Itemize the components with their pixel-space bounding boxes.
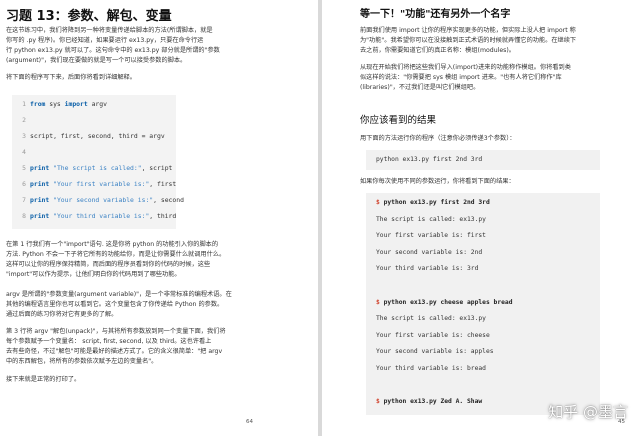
code-line: 4 <box>12 146 176 158</box>
output-line: Your third variable is: 3rd <box>376 265 479 273</box>
paragraph-line: 这样可以让你的程序保持精简，而后面的程序员看到你的代码的时候，这些 <box>6 261 211 268</box>
paragraph-line: 行 python ex13.py 就可以了。这句命令中的 ex13.py 部分就… <box>6 47 220 54</box>
output-line: Your first variable is: cheese <box>376 331 490 339</box>
import-explanation-paragraph: 在第 1 行我们有一个"import"语句. 这是你将 python 的功能引入… <box>6 240 312 280</box>
prompt-symbol: $ <box>376 298 384 306</box>
output-line: Your first variable is: first <box>376 232 486 240</box>
print-note-paragraph: 接下来就是正常的打印了。 <box>6 376 81 383</box>
paragraph-line: 方法. Python 不会一下子将它所有的功能给你，而是让你需要什么就调用什么。 <box>6 251 226 258</box>
page-title: 习题 13：参数、解包、变量 <box>6 9 172 24</box>
intro-paragraph: 在这节练习中，我们将降到另一种将变量传递给脚本的方法(所谓脚本，就是 你写的 .p… <box>6 26 312 66</box>
paragraph-line: 中的东西解包，将所有的参数依次赋予左边的变量名"。 <box>6 358 158 365</box>
modules-naming-paragraph: 从现在开始我们将把这些我们导入(import)进来的功能称作模组。你将看到类 似这… <box>360 63 636 93</box>
code-text: from sys import argv <box>30 100 107 108</box>
paragraph-line: 从现在开始我们将把这些我们导入(import)进来的功能称作模组。你将看到类 <box>360 64 571 71</box>
output-line: The script is called: ex13.py <box>376 315 486 323</box>
output-line: Your third variable is: bread <box>376 365 486 372</box>
code-line: 2 <box>12 114 176 126</box>
code-block: 1 from sys import argv 2 3 script, first, se… <box>12 95 184 229</box>
output-intro-text: 如果你每次使用不同的参数运行，你将看到下面的结果： <box>360 178 515 185</box>
page-number: 64 <box>246 419 253 425</box>
line-number: 8 <box>22 212 26 220</box>
argv-explanation-paragraph: argv 是所谓的"参数变量(argument variable)"，是一个非常… <box>6 290 312 320</box>
paragraph-line: 前面我们使用 import 让你的程序实现更多的功能，但实际上没人把 impor… <box>360 27 576 34</box>
output-command-line: $ python ex13.py Zed A. Shaw <box>376 398 483 406</box>
paragraph-line: 在这节练习中，我们将降到另一种将变量传递给脚本的方法(所谓脚本，就是 <box>6 27 213 34</box>
line-number: 7 <box>22 196 26 204</box>
line-number: 3 <box>22 132 26 140</box>
code-text: print "Your third variable is:", third <box>30 212 177 220</box>
paragraph-line: 每个参数赋予一个变量名： script, first, second, 以及 t… <box>6 338 212 345</box>
paragraph-line: 你写的 .py 程序)。你已经知道，如果要运行 ex13.py，只要在命令行运 <box>6 37 204 44</box>
output-command-line: $ python ex13.py first 2nd 3rd <box>376 199 490 206</box>
lead-in-text: 将下面的程序写下来，后面你将看到详细解释。 <box>6 74 136 81</box>
code-line: 1 from sys import argv <box>12 98 176 110</box>
code-text: print "The script is called:", script <box>30 164 173 172</box>
section-heading-modules: 等一下！"功能"还有另外一个名字 <box>360 9 511 20</box>
code-line: 6 print "Your first variable is:", first <box>12 178 176 190</box>
right-page: 等一下！"功能"还有另外一个名字 前面我们使用 import 让你的程序实现更多… <box>322 0 640 436</box>
line-number: 2 <box>22 116 26 124</box>
code-text: script, first, second, third = argv <box>30 132 165 140</box>
paragraph-line: 通过后面的练习你将对它有更多的了解。 <box>6 311 118 318</box>
left-page: 习题 13：参数、解包、变量 在这节练习中，我们将降到另一种将变量传递给脚本的方… <box>0 0 318 436</box>
unpack-explanation-paragraph: 第 3 行将 argv "解包(unpack)"，与其将所有参数放到同一个变量下… <box>6 327 312 367</box>
paragraph-line: (argument)"，我们现在要做的就是写一个可以接受参数的脚本。 <box>6 57 187 64</box>
paragraph-line: 其他的编程语言里你也可以看到它。这个变量包含了你传递给 Python 的参数。 <box>6 301 224 308</box>
line-number: 1 <box>22 100 26 108</box>
paragraph-line: 第 3 行将 argv "解包(unpack)"，与其将所有参数放到同一个变量下… <box>6 328 226 335</box>
code-line: 3 script, first, second, third = argv <box>12 130 176 142</box>
run-instructions-text: 用下面的方法运行你的程序（注意你必须传递3个参数）： <box>360 135 516 142</box>
paragraph-line: 在第 1 行我们有一个"import"语句. 这是你将 python 的功能引入… <box>6 241 219 248</box>
paragraph-line: 为"功能"。我希望你可以在没接触到正式术语的时候就弄懂它的功能。在继续下 <box>360 37 577 44</box>
paragraph-line: (libraries)"，不过我们还是叫它们模组吧。 <box>360 84 480 91</box>
line-number: 5 <box>22 164 26 172</box>
output-command-line: $ python ex13.py cheese apples bread <box>376 298 513 306</box>
paragraph-line: 似这样的说法："你需要把 sys 模组 import 进来。"也有人将它们称作"… <box>360 74 562 81</box>
code-line: 5 print "The script is called:", script <box>12 162 176 174</box>
output-block: $ python ex13.py first 2nd 3rd The script… <box>366 193 600 415</box>
zhihu-watermark: 知乎 @墨言 <box>548 403 628 421</box>
prompt-symbol: $ <box>376 199 384 206</box>
code-line: 7 print "Your second variable is:", secon… <box>12 194 184 206</box>
code-text: print "Your first variable is:", first <box>30 180 177 188</box>
code-text: print "Your second variable is:", second <box>30 196 184 204</box>
line-number: 4 <box>22 148 26 156</box>
paragraph-line: argv 是所谓的"参数变量(argument variable)"，是一个非常… <box>6 291 232 298</box>
run-command-block: python ex13.py first 2nd 3rd <box>366 150 600 170</box>
section-heading-results: 你应该看到的结果 <box>360 115 437 126</box>
paragraph-line: 去之前，你需要知道它们的真正名称：模组(modules)。 <box>360 47 515 54</box>
run-command: python ex13.py first 2nd 3rd <box>376 156 483 163</box>
paragraph-line: 去有些奇怪，不过"解包"可能是最好的描述方式了。它的含义很简单："把 argv <box>6 348 223 355</box>
code-line: 8 print "Your third variable is:", third <box>12 210 176 222</box>
output-line: Your second variable is: 2nd <box>376 248 483 256</box>
prompt-symbol: $ <box>376 398 384 406</box>
line-number: 6 <box>22 180 26 188</box>
output-line: Your second variable is: apples <box>376 348 494 356</box>
paragraph-line: "import"可以作为提示，让他们明白你的代码用到了哪些功能。 <box>6 271 181 278</box>
output-line: The script is called: ex13.py <box>376 215 486 223</box>
modules-paragraph: 前面我们使用 import 让你的程序实现更多的功能，但实际上没人把 impor… <box>360 26 636 56</box>
